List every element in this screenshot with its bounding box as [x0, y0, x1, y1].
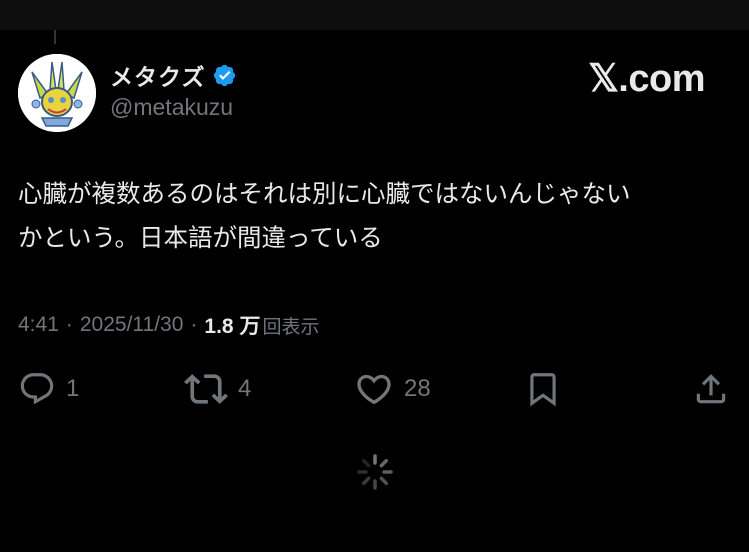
x-com-logo[interactable]: 𝕏.com	[588, 56, 705, 100]
meta-separator: ·	[65, 313, 73, 336]
author-display-name[interactable]: メタクズ	[110, 58, 206, 92]
tweet-date[interactable]: 2025/11/30	[80, 313, 184, 337]
views-count[interactable]: 1.8 万	[204, 310, 260, 340]
previous-tweet-edge	[0, 0, 749, 30]
avatar[interactable]	[18, 54, 96, 132]
avatar-image	[18, 54, 96, 132]
like-count: 28	[404, 375, 431, 402]
x-com-text: 𝕏.com	[588, 57, 705, 100]
verified-badge-icon	[212, 63, 237, 88]
repost-button[interactable]: 4	[184, 366, 251, 412]
reply-icon	[18, 370, 56, 408]
tweet-metadata: 4:41 · 2025/11/30 · 1.8 万 回表示	[18, 310, 319, 340]
author-name-row[interactable]: メタクズ	[110, 58, 237, 92]
like-button[interactable]: 28	[354, 366, 431, 412]
views-label: 回表示	[262, 315, 320, 338]
tweet-text-line: 心臓が複数あるのはそれは別に心臓ではないんじゃない	[18, 179, 631, 208]
tweet-actions-bar: 1 4 28	[0, 366, 749, 412]
reply-button[interactable]: 1	[18, 366, 79, 412]
tweet-time[interactable]: 4:41	[18, 313, 59, 337]
meta-separator: ·	[190, 313, 198, 336]
share-icon	[692, 369, 730, 409]
tweet-text: 心臓が複数あるのはそれは別に心臓ではないんじゃない かという。日本語が間違ってい…	[18, 172, 733, 260]
share-button[interactable]	[692, 366, 730, 412]
reply-count: 1	[66, 375, 80, 402]
repost-icon	[184, 367, 228, 411]
heart-icon	[354, 369, 394, 409]
loading-spinner-icon	[355, 452, 395, 492]
repost-count: 4	[238, 375, 252, 402]
tweet-text-line: かという。日本語が間違っている	[18, 223, 383, 252]
bookmark-button[interactable]	[524, 366, 562, 412]
thread-connector-line	[54, 30, 56, 44]
author-handle[interactable]: @metakuzu	[110, 94, 233, 121]
bookmark-icon	[524, 368, 562, 410]
